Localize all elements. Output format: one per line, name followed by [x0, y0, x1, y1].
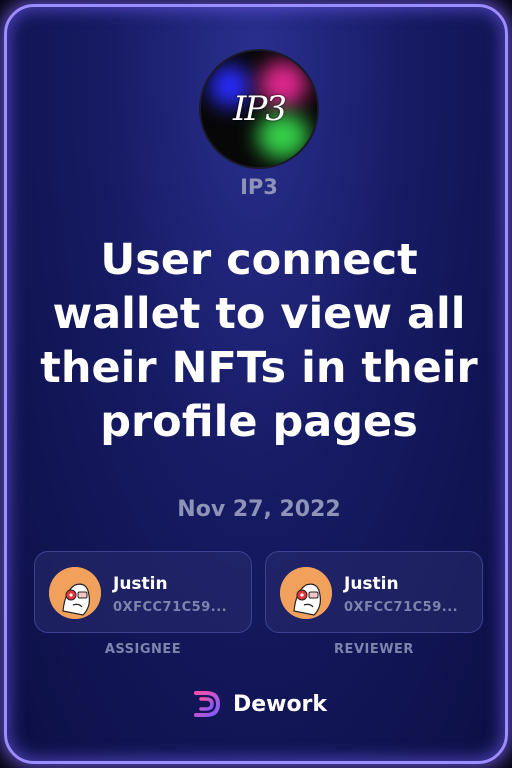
- reviewer-name: Justin: [344, 574, 399, 594]
- brand-name: Dework: [232, 691, 328, 717]
- assignee-card[interactable]: Justin 0XFCC71C59...: [34, 551, 252, 633]
- reviewer-role-label: REVIEWER: [334, 642, 414, 657]
- brand-footer[interactable]: Dework: [7, 687, 505, 721]
- dework-logo-icon: [191, 689, 221, 719]
- task-card[interactable]: IP3 IP3 User connect wallet to view all …: [4, 4, 508, 764]
- assignee-name: Justin: [113, 574, 168, 594]
- avatar: [49, 567, 101, 619]
- assignee-role-label: ASSIGNEE: [104, 642, 182, 657]
- avatar: [280, 567, 332, 619]
- assignee-address: 0XFCC71C59...: [113, 600, 228, 615]
- organization-name: IP3: [240, 175, 278, 199]
- organization-logo-text: IP3: [233, 89, 287, 129]
- organization-logo: IP3: [201, 51, 317, 167]
- task-date: Nov 27, 2022: [177, 497, 341, 522]
- task-title: User connect wallet to view all their NF…: [40, 235, 478, 447]
- reviewer-address: 0XFCC71C59...: [344, 600, 459, 615]
- reviewer-card[interactable]: Justin 0XFCC71C59...: [265, 551, 483, 633]
